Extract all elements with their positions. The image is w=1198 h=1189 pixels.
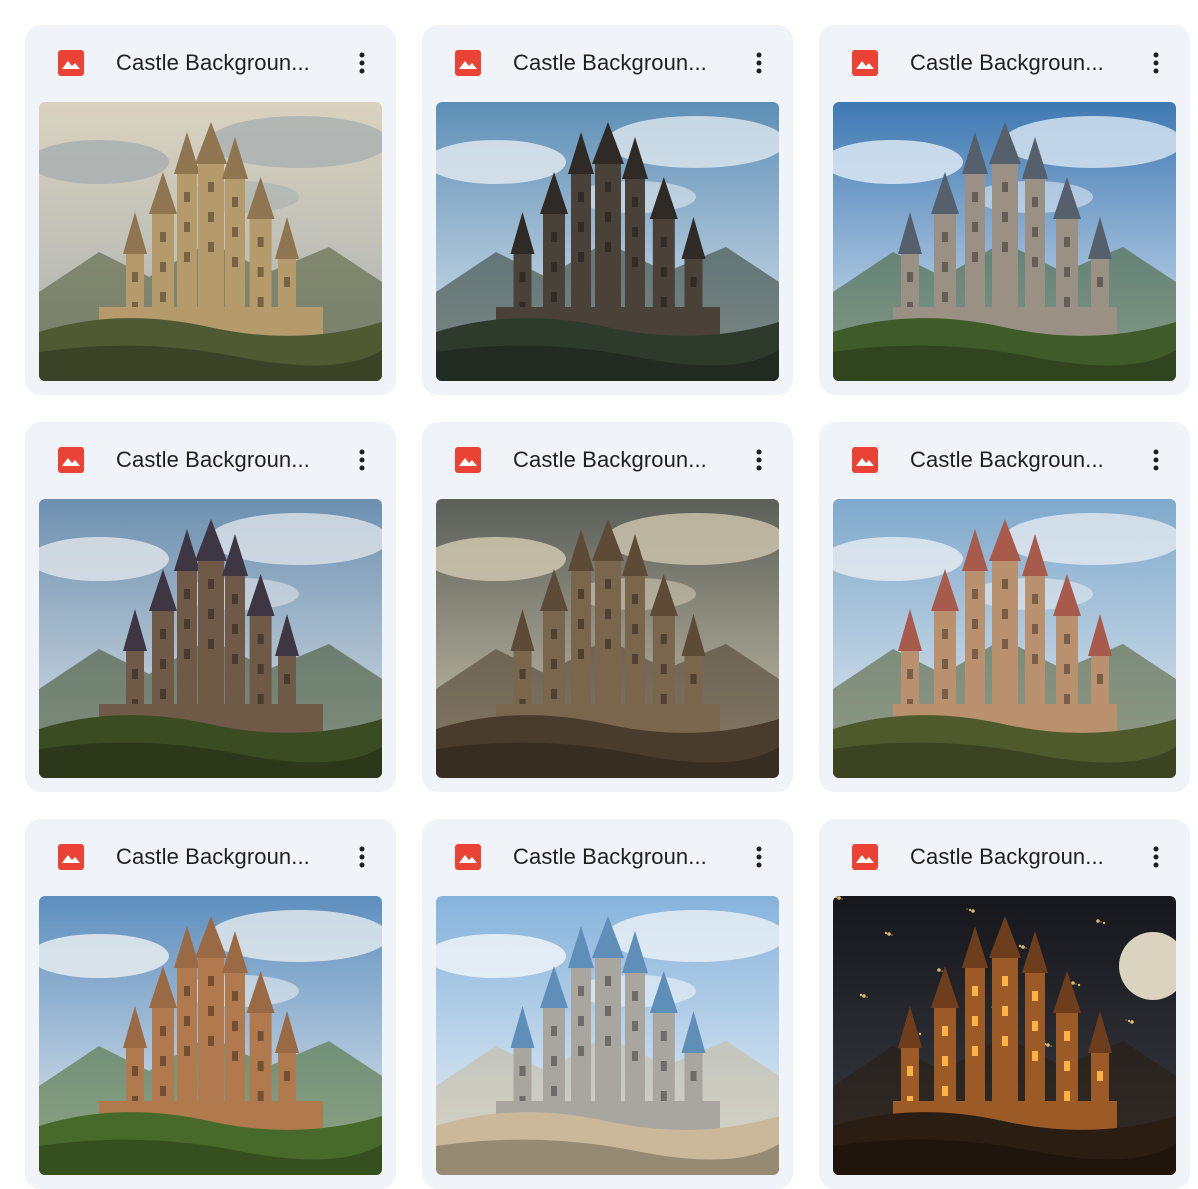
- file-thumbnail[interactable]: [436, 896, 779, 1175]
- file-card-header: Castle Backgroun...: [25, 422, 396, 499]
- file-title: Castle Backgroun...: [116, 50, 310, 75]
- file-card-header: Castle Backgroun...: [25, 25, 396, 102]
- file-grid: Castle Backgroun... Castle Backgroun... …: [25, 25, 1190, 1189]
- file-card-5[interactable]: Castle Backgroun...: [422, 422, 793, 792]
- more-options-button[interactable]: [743, 442, 775, 478]
- image-file-icon: [58, 447, 84, 473]
- more-vert-icon: [1153, 52, 1159, 74]
- file-thumbnail[interactable]: [436, 499, 779, 778]
- file-card-header: Castle Backgroun...: [25, 819, 396, 896]
- castle-image: [39, 896, 382, 1175]
- more-vert-icon: [359, 449, 365, 471]
- image-file-icon: [852, 50, 878, 76]
- more-options-button[interactable]: [1140, 442, 1172, 478]
- file-title: Castle Backgroun...: [513, 447, 707, 472]
- file-card-4[interactable]: Castle Backgroun...: [25, 422, 396, 792]
- file-card-1[interactable]: Castle Backgroun...: [25, 25, 396, 395]
- castle-image: [833, 896, 1176, 1175]
- file-card-header: Castle Backgroun...: [422, 819, 793, 896]
- file-title: Castle Backgroun...: [116, 844, 310, 869]
- file-thumbnail[interactable]: [436, 102, 779, 381]
- file-card-header: Castle Backgroun...: [819, 25, 1190, 102]
- file-title: Castle Backgroun...: [513, 50, 707, 75]
- file-card-header: Castle Backgroun...: [422, 25, 793, 102]
- more-options-button[interactable]: [1140, 839, 1172, 875]
- file-thumbnail[interactable]: [833, 102, 1176, 381]
- more-options-button[interactable]: [346, 45, 378, 81]
- file-card-9[interactable]: Castle Backgroun...: [819, 819, 1190, 1189]
- image-file-icon: [58, 50, 84, 76]
- file-title: Castle Backgroun...: [910, 844, 1104, 869]
- image-file-icon: [455, 447, 481, 473]
- more-vert-icon: [756, 52, 762, 74]
- file-card-2[interactable]: Castle Backgroun...: [422, 25, 793, 395]
- castle-image: [436, 499, 779, 778]
- castle-image: [39, 102, 382, 381]
- more-options-button[interactable]: [346, 442, 378, 478]
- file-card-8[interactable]: Castle Backgroun...: [422, 819, 793, 1189]
- file-thumbnail[interactable]: [39, 102, 382, 381]
- file-card-7[interactable]: Castle Backgroun...: [25, 819, 396, 1189]
- file-title: Castle Backgroun...: [513, 844, 707, 869]
- more-vert-icon: [1153, 846, 1159, 868]
- more-vert-icon: [359, 846, 365, 868]
- file-card-header: Castle Backgroun...: [422, 422, 793, 499]
- file-card-3[interactable]: Castle Backgroun...: [819, 25, 1190, 395]
- more-vert-icon: [359, 52, 365, 74]
- file-title: Castle Backgroun...: [910, 447, 1104, 472]
- more-vert-icon: [1153, 449, 1159, 471]
- more-options-button[interactable]: [743, 839, 775, 875]
- file-thumbnail[interactable]: [833, 499, 1176, 778]
- more-options-button[interactable]: [743, 45, 775, 81]
- more-vert-icon: [756, 846, 762, 868]
- file-title: Castle Backgroun...: [116, 447, 310, 472]
- file-card-header: Castle Backgroun...: [819, 422, 1190, 499]
- file-card-6[interactable]: Castle Backgroun...: [819, 422, 1190, 792]
- more-options-button[interactable]: [1140, 45, 1172, 81]
- file-card-header: Castle Backgroun...: [819, 819, 1190, 896]
- file-title: Castle Backgroun...: [910, 50, 1104, 75]
- castle-image: [833, 499, 1176, 778]
- more-options-button[interactable]: [346, 839, 378, 875]
- castle-image: [833, 102, 1176, 381]
- castle-image: [39, 499, 382, 778]
- file-thumbnail[interactable]: [39, 499, 382, 778]
- image-file-icon: [455, 50, 481, 76]
- image-file-icon: [58, 844, 84, 870]
- castle-image: [436, 102, 779, 381]
- castle-image: [436, 896, 779, 1175]
- file-thumbnail[interactable]: [833, 896, 1176, 1175]
- image-file-icon: [455, 844, 481, 870]
- file-thumbnail[interactable]: [39, 896, 382, 1175]
- image-file-icon: [852, 844, 878, 870]
- image-file-icon: [852, 447, 878, 473]
- more-vert-icon: [756, 449, 762, 471]
